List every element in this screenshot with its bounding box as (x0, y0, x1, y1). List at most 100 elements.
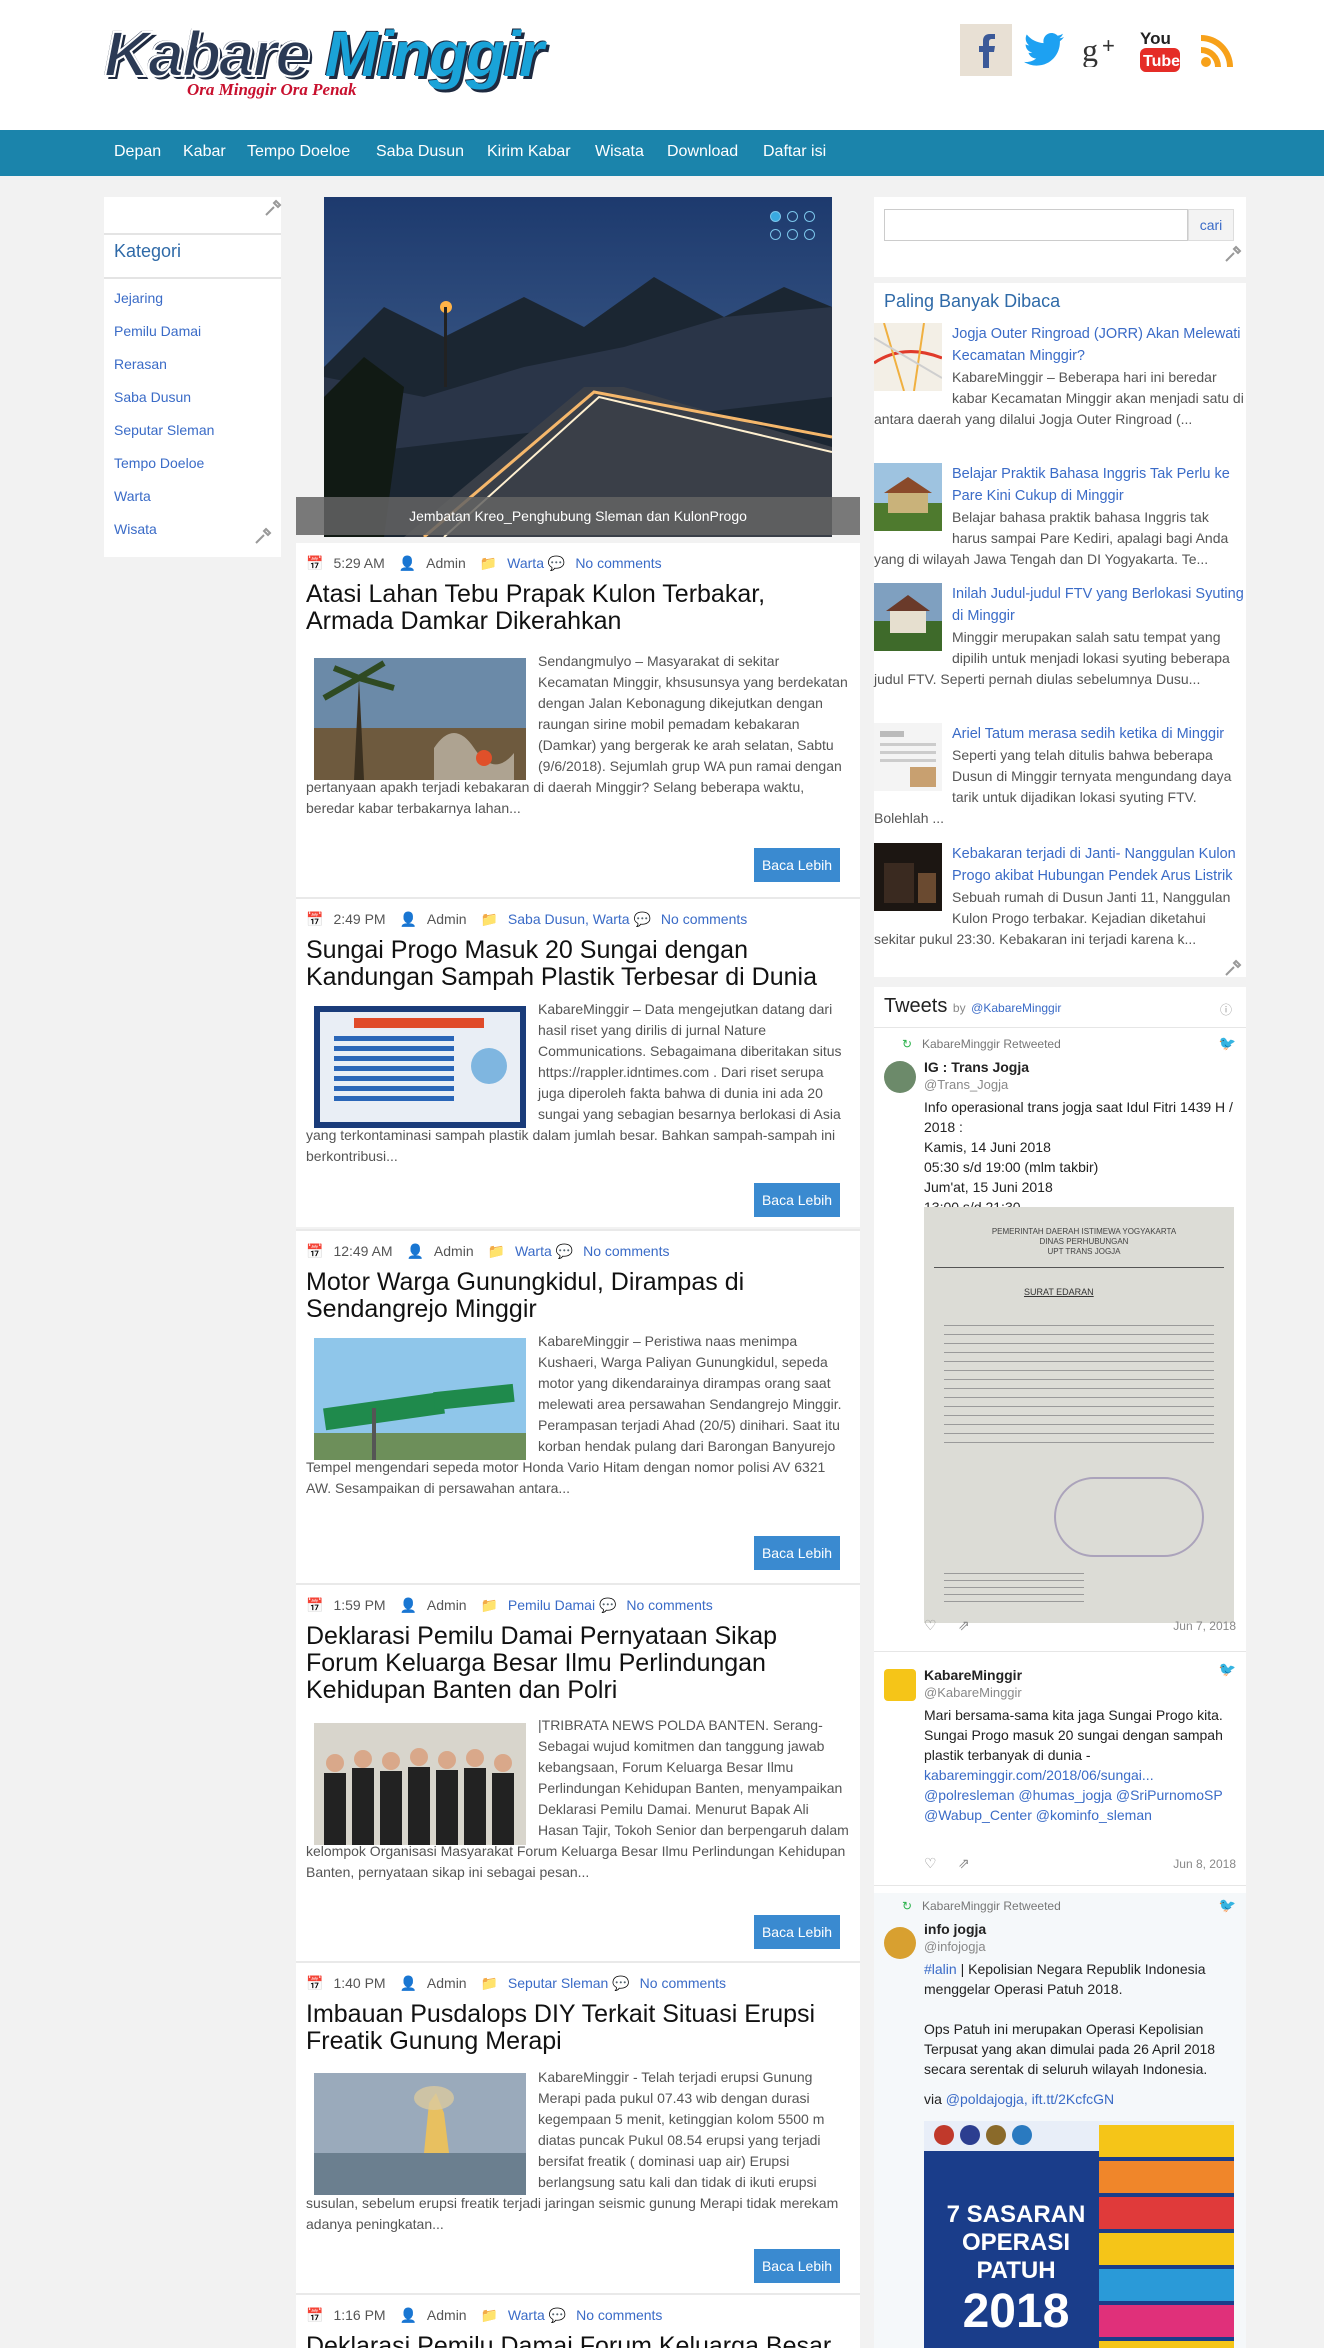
edit-tool-icon[interactable] (254, 527, 272, 545)
popular-thumbnail[interactable] (874, 323, 942, 391)
post-comments[interactable]: No comments (661, 911, 747, 927)
category-saba-dusun[interactable]: Saba Dusun (114, 389, 191, 405)
slider-dot[interactable] (787, 211, 798, 222)
popular-thumbnail[interactable] (874, 843, 942, 911)
category-rerasan[interactable]: Rerasan (114, 356, 167, 372)
svg-text:+: + (1102, 33, 1115, 58)
post-category[interactable]: Warta (515, 1243, 552, 1259)
like-icon[interactable]: ♡ (924, 1617, 937, 1634)
popular-thumbnail[interactable] (874, 723, 942, 791)
popular-link[interactable]: Kebakaran terjadi di Janti- Nanggulan Ku… (952, 846, 1236, 884)
read-more-button[interactable]: Baca Lebih (754, 1915, 840, 1949)
category-pemilu-damai[interactable]: Pemilu Damai (114, 323, 201, 339)
post-category[interactable]: Pemilu Damai (508, 1597, 595, 1613)
popular-thumbnail[interactable] (874, 583, 942, 651)
tweet-author-name[interactable]: IG : Trans Jogja (924, 1059, 1029, 1075)
popular-thumbnail[interactable] (874, 463, 942, 531)
nav-saba-dusun[interactable]: Saba Dusun (376, 143, 464, 161)
site-logo[interactable]: Kabare Minggir Ora Minggir Ora Penak (103, 21, 544, 99)
nav-wisata[interactable]: Wisata (595, 143, 644, 161)
popular-link[interactable]: Jogja Outer Ringroad (JORR) Akan Melewat… (952, 326, 1241, 364)
folder-icon: 📁 (487, 1243, 505, 1259)
nav-kabar[interactable]: Kabar (183, 143, 226, 161)
slider-dot[interactable] (804, 211, 815, 222)
slider-dot[interactable] (787, 229, 798, 240)
divider (104, 277, 281, 279)
read-more-button[interactable]: Baca Lebih (754, 1536, 840, 1570)
post-title[interactable]: Motor Warga Gunungkidul, Dirampas di Sen… (306, 1269, 846, 1323)
search-button[interactable]: cari (1188, 209, 1234, 241)
category-warta[interactable]: Warta (114, 488, 151, 504)
slider-image (324, 197, 832, 537)
folder-icon: 📁 (480, 1597, 498, 1613)
post-title[interactable]: Sungai Progo Masuk 20 Sungai dengan Kand… (306, 937, 846, 991)
read-more-button[interactable]: Baca Lebih (754, 1183, 840, 1217)
post-category[interactable]: Seputar Sleman (508, 1975, 608, 1991)
facebook-icon[interactable] (960, 24, 1012, 76)
slider-dot[interactable] (770, 211, 781, 222)
post-category[interactable]: Saba Dusun, Warta (508, 911, 630, 927)
post-comments[interactable]: No comments (575, 555, 661, 571)
tweet-hashtag[interactable]: #lalin (924, 1961, 957, 1977)
like-icon[interactable]: ♡ (924, 1855, 937, 1872)
tweet-mentions[interactable]: @polresleman @humas_jogja @SriPurnomoSP … (924, 1785, 1234, 1825)
share-icon[interactable]: ⇗ (958, 1617, 970, 1634)
tweet-link[interactable]: kabareminggir.com/2018/06/sungai... (924, 1765, 1234, 1785)
tweet-date[interactable]: Jun 8, 2018 (1173, 1857, 1236, 1871)
twitter-icon[interactable] (1018, 24, 1070, 76)
tweet-media[interactable]: 7 SASARAN OPERASI PATUH 2018 (924, 2121, 1234, 2348)
tweet-media[interactable]: PEMERINTAH DAERAH ISTIMEWA YOGYAKARTA DI… (924, 1207, 1234, 1623)
tweet-author-handle[interactable]: @infojogja (924, 1939, 986, 1954)
info-icon[interactable]: ⓘ (1220, 1001, 1232, 1018)
popular-link[interactable]: Inilah Judul-judul FTV yang Berlokasi Sy… (952, 586, 1244, 624)
edit-tool-icon[interactable] (1224, 959, 1242, 977)
read-more-button[interactable]: Baca Lebih (754, 848, 840, 882)
post-comments[interactable]: No comments (583, 1243, 669, 1259)
avatar[interactable] (884, 1927, 916, 1959)
edit-tool-icon[interactable] (1224, 245, 1242, 263)
popular-link[interactable]: Ariel Tatum merasa sedih ketika di Mingg… (952, 726, 1224, 742)
category-seputar-sleman[interactable]: Seputar Sleman (114, 422, 214, 438)
nav-daftar-isi[interactable]: Daftar isi (763, 143, 826, 161)
post-comments[interactable]: No comments (576, 2307, 662, 2323)
search-input[interactable] (884, 209, 1188, 241)
tweets-handle-link[interactable]: @KabareMinggir (971, 1001, 1061, 1015)
share-icon[interactable]: ⇗ (958, 1855, 970, 1872)
divider (874, 1885, 1246, 1886)
category-tempo-doeloe[interactable]: Tempo Doeloe (114, 455, 204, 471)
post-title[interactable]: Deklarasi Pemilu Damai Pernyataan Sikap … (306, 1623, 846, 1704)
post-category[interactable]: Warta (507, 555, 544, 571)
tweet-author-handle[interactable]: @Trans_Jogja (924, 1077, 1008, 1092)
read-more-button[interactable]: Baca Lebih (754, 2249, 840, 2283)
category-jejaring[interactable]: Jejaring (114, 290, 163, 306)
tweet-author-name[interactable]: info jogja (924, 1921, 986, 1937)
google-plus-icon[interactable]: g + (1076, 24, 1128, 76)
post-category[interactable]: Warta (508, 2307, 545, 2323)
popular-link[interactable]: Belajar Praktik Bahasa Inggris Tak Perlu… (952, 466, 1230, 504)
category-wisata[interactable]: Wisata (114, 521, 157, 537)
avatar[interactable] (884, 1669, 916, 1701)
twitter-icon[interactable]: 🐦 (1219, 1035, 1236, 1052)
slider-dot[interactable] (770, 229, 781, 240)
slider-dot[interactable] (804, 229, 815, 240)
post-title[interactable]: Atasi Lahan Tebu Prapak Kulon Terbakar, … (306, 581, 846, 635)
post-comments[interactable]: No comments (640, 1975, 726, 1991)
tweet-via-links[interactable]: @poldajogja, ift.tt/2KcfcGN (946, 2091, 1114, 2107)
tweet-author-name[interactable]: KabareMinggir (924, 1667, 1022, 1683)
nav-depan[interactable]: Depan (114, 143, 161, 161)
featured-slider[interactable] (324, 197, 832, 537)
twitter-icon[interactable]: 🐦 (1219, 1897, 1236, 1914)
post-comments[interactable]: No comments (626, 1597, 712, 1613)
nav-download[interactable]: Download (667, 143, 738, 161)
post-title[interactable]: Deklarasi Pemilu Damai Forum Keluarga Be… (306, 2333, 846, 2348)
nav-kirim-kabar[interactable]: Kirim Kabar (487, 143, 571, 161)
avatar[interactable] (884, 1061, 916, 1093)
youtube-icon[interactable]: You Tube (1134, 24, 1186, 76)
edit-tool-icon[interactable] (264, 199, 282, 217)
post-title[interactable]: Imbauan Pusdalops DIY Terkait Situasi Er… (306, 2001, 846, 2055)
tweet-date[interactable]: Jun 7, 2018 (1173, 1619, 1236, 1633)
rss-icon[interactable] (1192, 24, 1244, 76)
nav-tempo-doeloe[interactable]: Tempo Doeloe (247, 143, 350, 161)
tweet-author-handle[interactable]: @KabareMinggir (924, 1685, 1022, 1700)
twitter-icon[interactable]: 🐦 (1219, 1661, 1236, 1678)
